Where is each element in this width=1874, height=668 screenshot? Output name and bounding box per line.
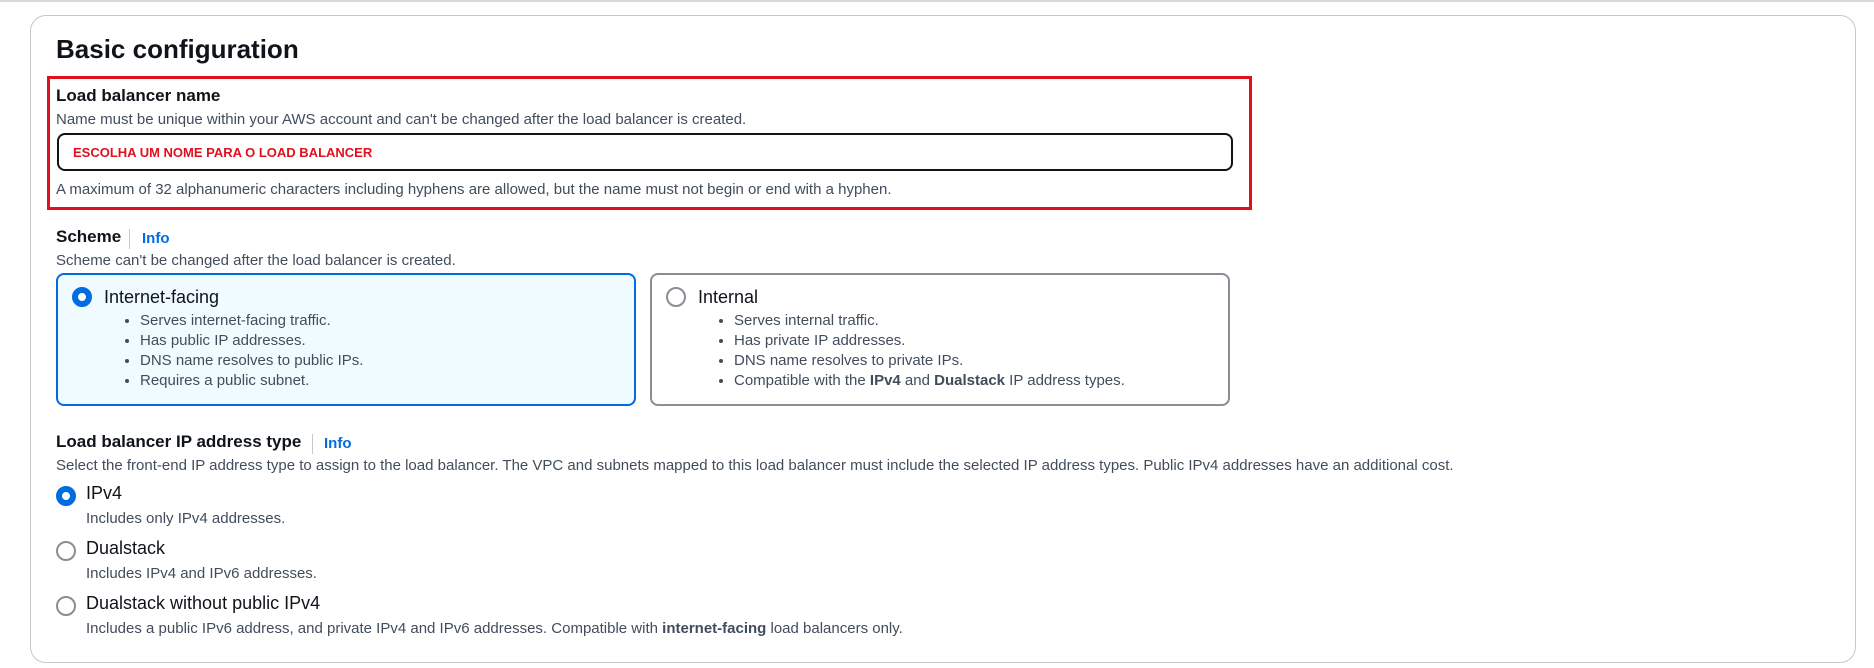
- ipv4-label: IPv4: [86, 483, 123, 503]
- dualstack-no-public-ipv4-label: Dualstack without public IPv4: [86, 593, 321, 613]
- ipv4-description: Includes only IPv4 addresses.: [86, 510, 286, 527]
- section-title: Basic configuration: [56, 34, 299, 64]
- dualstack-description: Includes IPv4 and IPv6 addresses.: [86, 565, 317, 582]
- list-item: DNS name resolves to public IPs.: [140, 351, 363, 371]
- radio-dualstack-no-public-ipv4[interactable]: [56, 596, 76, 616]
- list-item: Requires a public subnet.: [140, 371, 363, 391]
- list-item: Serves internal traffic.: [734, 311, 1125, 331]
- ip-type-description: Select the front-end IP address type to …: [56, 457, 1454, 474]
- ip-type-separator: [312, 434, 313, 454]
- internal-bullets: Serves internal traffic. Has private IP …: [698, 311, 1125, 391]
- text-fragment: Includes a public IPv6 address, and priv…: [86, 620, 663, 637]
- list-item: Serves internet-facing traffic.: [140, 311, 363, 331]
- list-item: Has private IP addresses.: [734, 331, 1125, 351]
- scheme-option-internal[interactable]: Internal Serves internal traffic. Has pr…: [650, 273, 1230, 406]
- text-fragment: Compatible with the: [734, 372, 870, 389]
- radio-internet-facing[interactable]: [72, 287, 92, 307]
- top-divider: [0, 0, 1874, 2]
- list-item: DNS name resolves to private IPs.: [734, 351, 1125, 371]
- scheme-info-link[interactable]: Info: [142, 230, 170, 247]
- radio-dualstack[interactable]: [56, 541, 76, 561]
- ipv4-emphasis: IPv4: [869, 372, 901, 389]
- text-fragment: load balancers only.: [766, 620, 903, 637]
- internet-facing-emphasis: internet-facing: [662, 620, 767, 637]
- radio-internal[interactable]: [666, 287, 686, 307]
- internal-label: Internal: [698, 287, 759, 307]
- dualstack-emphasis: Dualstack: [934, 372, 1006, 389]
- scheme-option-internet-facing[interactable]: Internet-facing Serves internet-facing t…: [56, 273, 636, 406]
- lb-name-input[interactable]: [57, 133, 1233, 171]
- scheme-description: Scheme can't be changed after the load b…: [56, 252, 456, 269]
- radio-ipv4[interactable]: [56, 486, 76, 506]
- internet-facing-bullets: Serves internet-facing traffic. Has publ…: [104, 311, 363, 391]
- dualstack-no-public-ipv4-description: Includes a public IPv6 address, and priv…: [86, 620, 903, 637]
- lb-name-description: Name must be unique within your AWS acco…: [56, 111, 747, 128]
- ip-type-label: Load balancer IP address type: [56, 432, 302, 451]
- lb-name-label: Load balancer name: [56, 86, 221, 105]
- list-item: Compatible with the IPv4 and Dualstack I…: [734, 371, 1125, 391]
- list-item: Has public IP addresses.: [140, 331, 363, 351]
- text-fragment: IP address types.: [1005, 372, 1125, 389]
- internet-facing-label: Internet-facing: [104, 287, 220, 307]
- text-fragment: and: [900, 372, 935, 389]
- scheme-separator: [129, 229, 130, 249]
- scheme-label: Scheme: [56, 227, 122, 246]
- dualstack-label: Dualstack: [86, 538, 166, 558]
- lb-name-constraint: A maximum of 32 alphanumeric characters …: [56, 181, 892, 198]
- ip-type-info-link[interactable]: Info: [324, 435, 352, 452]
